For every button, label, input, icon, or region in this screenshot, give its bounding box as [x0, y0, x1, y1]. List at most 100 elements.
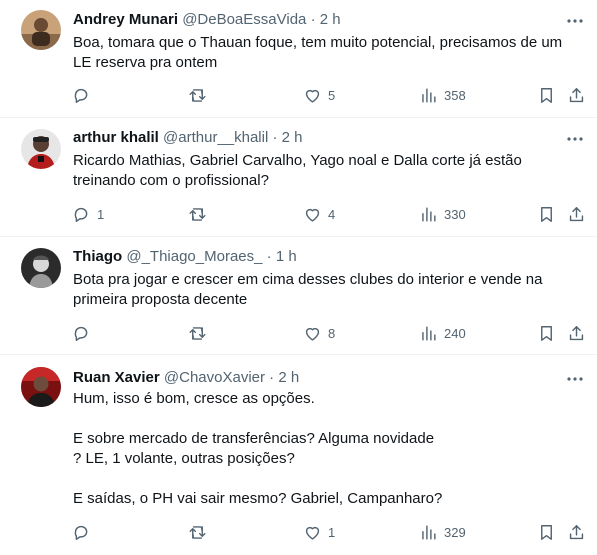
like-button[interactable]: 4 [303, 202, 335, 226]
separator-dot: · [310, 11, 316, 28]
bookmark-icon [541, 524, 552, 540]
user-handle[interactable]: @arthur__khalil [163, 129, 268, 146]
share-button[interactable] [567, 520, 586, 544]
display-name[interactable]: Thiago [73, 248, 122, 265]
user-handle[interactable]: @_Thiago_Moraes_ [126, 248, 262, 265]
like-count: 1 [328, 524, 336, 540]
tweet-text: Hum, isso é bom, cresce as opções. E sob… [73, 389, 578, 509]
bookmark-icon [541, 87, 552, 103]
tweet[interactable]: Thiago @_Thiago_Moraes_ · 1 h Bota pra j… [0, 237, 597, 355]
more-icon[interactable] [565, 370, 585, 388]
tweet-text: Bota pra jogar e crescer em cima desses … [73, 270, 578, 310]
reply-button[interactable] [72, 83, 97, 107]
like-button[interactable]: 1 [303, 520, 335, 544]
retweet-icon [189, 525, 206, 539]
user-handle[interactable]: @ChavoXavier [164, 369, 265, 386]
retweet-icon [189, 207, 206, 221]
bookmark-button[interactable] [537, 202, 556, 226]
separator-dot: · [266, 248, 272, 265]
reply-icon [74, 88, 88, 103]
tweet[interactable]: Andrey Munari @DeBoaEssaVida · 2 h Boa, … [0, 0, 597, 118]
action-bar: 8 240 [60, 321, 590, 345]
avatar[interactable] [21, 367, 61, 407]
avatar[interactable] [21, 10, 61, 50]
more-icon[interactable] [565, 130, 585, 148]
like-icon [305, 208, 320, 222]
retweet-button[interactable] [188, 520, 213, 544]
views-button[interactable]: 329 [419, 520, 466, 544]
tweet-text: Ricardo Mathias, Gabriel Carvalho, Yago … [73, 151, 578, 191]
tweet-header: Thiago @_Thiago_Moraes_ · 1 h [73, 248, 297, 266]
share-button[interactable] [567, 321, 586, 345]
views-icon [422, 87, 436, 103]
tweet-line: Hum, isso é bom, cresce as opções. [73, 390, 315, 407]
bookmark-button[interactable] [537, 83, 556, 107]
like-button[interactable]: 5 [303, 83, 335, 107]
like-icon [305, 327, 320, 341]
avatar[interactable] [21, 248, 61, 288]
tweet-header: Andrey Munari @DeBoaEssaVida · 2 h [73, 11, 341, 29]
timestamp[interactable]: 1 h [276, 248, 297, 265]
share-icon [569, 206, 584, 221]
tweet-line: LE reserva pra ontem [73, 54, 218, 71]
like-icon [305, 89, 320, 103]
like-button[interactable]: 8 [303, 321, 335, 345]
tweet[interactable]: arthur khalil @arthur__khalil · 2 h Rica… [0, 118, 597, 237]
reply-button[interactable] [72, 520, 97, 544]
more-icon[interactable] [565, 12, 585, 30]
timestamp[interactable]: 2 h [282, 129, 303, 146]
views-button[interactable]: 330 [419, 202, 466, 226]
tweet-line: E sobre mercado de transferências? Algum… [73, 430, 435, 447]
display-name[interactable]: Ruan Xavier [73, 369, 160, 386]
separator-dot: · [272, 129, 278, 146]
like-count: 5 [328, 87, 336, 103]
view-count: 240 [444, 325, 466, 341]
bookmark-icon [541, 206, 552, 222]
like-count: 4 [328, 206, 336, 222]
like-icon [305, 526, 320, 540]
tweet-line: Bota pra jogar e crescer em cima desses … [73, 271, 543, 288]
reply-icon [74, 207, 88, 222]
retweet-button[interactable] [188, 321, 213, 345]
reply-icon [74, 525, 88, 540]
timestamp[interactable]: 2 h [320, 11, 341, 28]
reply-button[interactable] [72, 321, 97, 345]
tweet-text: Boa, tomara que o Thauan foque, tem muit… [73, 33, 578, 73]
tweet[interactable]: Ruan Xavier @ChavoXavier · 2 h Hum, isso… [0, 355, 597, 555]
reply-count: 1 [97, 206, 105, 222]
action-bar: 5 358 [60, 83, 590, 107]
tweet-line: primeira proposta decente [73, 291, 248, 308]
bookmark-button[interactable] [537, 321, 556, 345]
retweet-button[interactable] [188, 202, 213, 226]
views-icon [422, 325, 436, 341]
timestamp[interactable]: 2 h [278, 369, 299, 386]
reply-icon [74, 326, 88, 341]
avatar[interactable] [21, 129, 61, 169]
retweet-button[interactable] [188, 83, 213, 107]
views-icon [422, 206, 436, 222]
views-button[interactable]: 358 [419, 83, 466, 107]
action-bar: 1 329 [60, 520, 590, 544]
tweet-header: arthur khalil @arthur__khalil · 2 h [73, 129, 303, 147]
share-button[interactable] [567, 83, 586, 107]
share-icon [569, 325, 584, 340]
views-button[interactable]: 240 [419, 321, 466, 345]
tweet-header: Ruan Xavier @ChavoXavier · 2 h [73, 369, 299, 387]
bookmark-icon [541, 325, 552, 341]
display-name[interactable]: Andrey Munari [73, 11, 178, 28]
share-button[interactable] [567, 202, 586, 226]
separator-dot: · [269, 369, 275, 386]
action-bar: 1 4 330 [60, 202, 590, 226]
retweet-icon [189, 88, 206, 102]
bookmark-button[interactable] [537, 520, 556, 544]
tweet-line [73, 469, 578, 489]
view-count: 329 [444, 524, 466, 540]
retweet-icon [189, 326, 206, 340]
tweet-line: ? LE, 1 volante, outras posições? [73, 450, 295, 467]
tweet-line: treinando com o profissional? [73, 172, 269, 189]
view-count: 330 [444, 206, 466, 222]
display-name[interactable]: arthur khalil [73, 129, 159, 146]
user-handle[interactable]: @DeBoaEssaVida [182, 11, 306, 28]
reply-button[interactable]: 1 [72, 202, 104, 226]
tweet-line: E saídas, o PH vai sair mesmo? Gabriel, … [73, 490, 443, 507]
